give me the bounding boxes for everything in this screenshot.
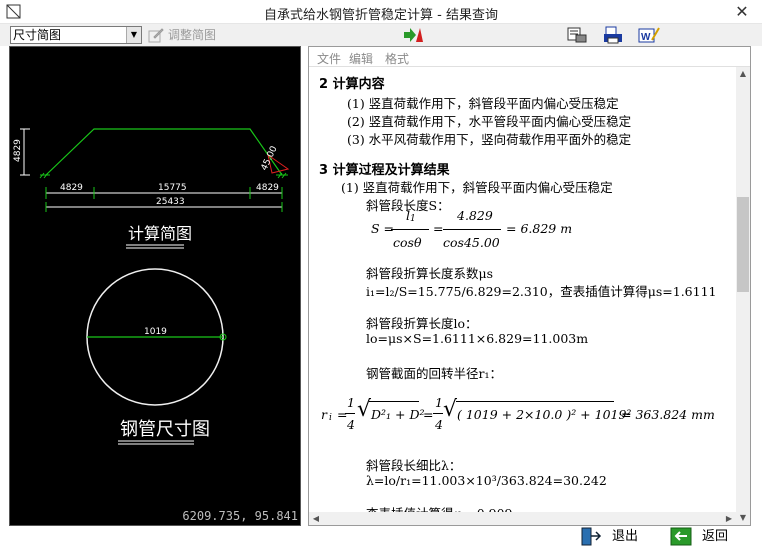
lo-title: 斜管段折算长度lo： — [366, 316, 478, 331]
run-icon[interactable] — [402, 26, 424, 44]
scroll-right-icon[interactable]: ▶ — [722, 512, 736, 525]
print-icon[interactable] — [602, 26, 624, 44]
scroll-down-icon[interactable]: ▼ — [736, 511, 750, 525]
coef-title: 斜管段折算长度系数μs — [366, 266, 494, 281]
view-select-value: 尺寸简图 — [13, 28, 62, 42]
chevron-down-icon[interactable]: ▼ — [126, 27, 141, 43]
radius-title: 钢管截面的回转半径r₁： — [366, 366, 502, 381]
horizontal-scrollbar[interactable]: ◀ ▶ — [309, 512, 736, 525]
report-content[interactable]: 2 计算内容 (1) 竖直荷载作用下，斜管段平面内偏心受压稳定 (2) 竖直荷载… — [309, 67, 736, 512]
adjust-diagram-button[interactable]: 调整简图 — [148, 27, 216, 43]
slenderness-line: λ=lo/r₁=11.003×10³/363.824=30.242 — [366, 473, 607, 488]
exit-label: 退出 — [612, 529, 639, 544]
formula-r-sub: i — [329, 413, 332, 423]
window-title: 自承式给水钢管折管稳定计算 - 结果查询 — [264, 8, 498, 23]
report-menubar: 文件 编辑 格式 — [309, 47, 750, 67]
vertical-scrollbar[interactable]: ▲ ▼ — [736, 67, 750, 525]
coef-line: i₁=l₂/S=15.775/6.829=2.310，查表插值计算得μs=1.6… — [366, 284, 717, 299]
exit-button[interactable]: 退出 — [580, 526, 638, 547]
menu-file[interactable]: 文件 — [317, 50, 341, 67]
exit-door-icon — [581, 527, 602, 546]
slenderness-title: 斜管段长细比λ： — [366, 458, 462, 473]
formula-s-den2: cos45.00 — [443, 235, 500, 250]
dim-height-label: 4829 — [13, 139, 23, 162]
formula-s-den1: cosθ — [393, 235, 422, 250]
formula-r-expr2: ( 1019 + 2×10.0 )² + 1019² — [457, 407, 632, 422]
edit-icon — [148, 28, 164, 43]
formula-s-result: = 6.829 m — [506, 221, 573, 236]
scroll-up-icon[interactable]: ▲ — [736, 67, 750, 81]
menu-edit[interactable]: 编辑 — [349, 50, 373, 67]
scroll-thumb[interactable] — [737, 197, 749, 292]
formula-r-expr1: D²₁ + D² — [371, 407, 425, 422]
word-export-icon[interactable]: W — [638, 26, 660, 44]
formula-r-num: 1 — [347, 395, 355, 410]
caption-diagram: 计算简图 — [128, 224, 192, 243]
dim-mid-label: 15775 — [158, 183, 187, 193]
preview-icon[interactable] — [566, 26, 588, 44]
svg-text:W: W — [641, 32, 651, 43]
diameter-label: 1019 — [144, 327, 167, 337]
content-item-3: (3) 水平风荷载作用下，竖向荷载作用平面外的稳定 — [347, 132, 632, 147]
formula-s-num2: 4.829 — [457, 208, 493, 223]
close-button[interactable]: ✕ — [732, 2, 752, 22]
content-item-1: (1) 竖直荷载作用下，斜管段平面内偏心受压稳定 — [347, 96, 619, 111]
menu-format[interactable]: 格式 — [385, 50, 409, 67]
formula-r-den: 4 — [347, 417, 355, 432]
drawing-canvas[interactable]: 4829 45.00 4829 15775 4829 25433 计算简图 10… — [9, 46, 301, 526]
lo-line: lo=μs×S=1.6111×6.829=11.003m — [366, 331, 589, 346]
report-panel[interactable]: 文件 编辑 格式 2 计算内容 (1) 竖直荷载作用下，斜管段平面内偏心受压稳定… — [308, 46, 751, 526]
scroll-left-icon[interactable]: ◀ — [309, 512, 323, 525]
caption-pipe: 钢管尺寸图 — [120, 419, 210, 440]
back-arrow-icon — [670, 527, 692, 546]
formula-s-sub1: 1 — [410, 214, 416, 224]
formula-r-lhs: r — [321, 407, 327, 422]
section-3-heading: 3 计算过程及计算结果 — [319, 163, 450, 178]
section-2-heading: 2 计算内容 — [319, 77, 385, 92]
toolbar: 尺寸简图 ▼ 调整简图 W — [0, 24, 762, 46]
back-button[interactable]: 返回 — [670, 526, 728, 547]
view-select[interactable]: 尺寸简图 ▼ — [10, 26, 142, 44]
cut-off-line: 查表插值计算得φ =0.909 — [366, 503, 513, 512]
back-label: 返回 — [702, 529, 729, 544]
dim-right-label: 4829 — [256, 183, 279, 193]
content-item-2: (2) 竖直荷载作用下，水平管段平面内偏心受压稳定 — [347, 114, 632, 129]
cursor-coordinates: 6209.735, 95.841 — [182, 509, 298, 523]
adjust-diagram-label: 调整简图 — [168, 28, 217, 42]
dim-total-label: 25433 — [156, 197, 185, 207]
formula-r-result: = 363.824 mm — [621, 407, 715, 422]
dim-left-label: 4829 — [60, 183, 83, 193]
title-bar: 自承式给水钢管折管稳定计算 - 结果查询 ✕ — [0, 0, 762, 24]
subsection-1-title: (1) 竖直荷载作用下，斜管段平面内偏心受压稳定 — [341, 180, 613, 195]
diagram-svg: 4829 45.00 4829 15775 4829 25433 计算简图 10… — [13, 128, 290, 445]
